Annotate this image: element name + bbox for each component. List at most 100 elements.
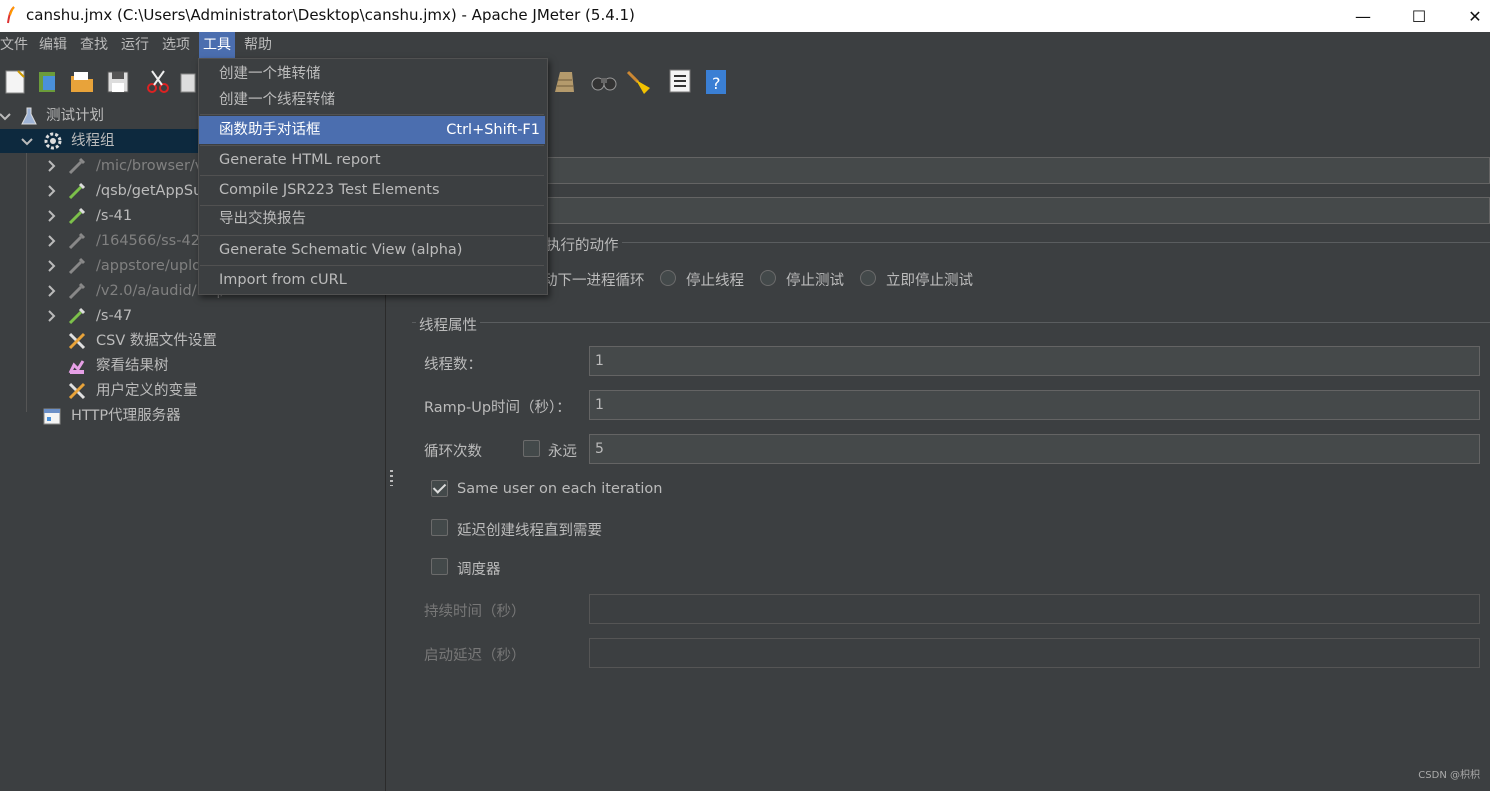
tree-label-thread-group: 线程组 (71, 133, 115, 149)
menu-tools[interactable]: 工具 (199, 32, 235, 58)
menu-item-thread-dump[interactable]: 创建一个线程转储 (199, 86, 545, 114)
chart-listener-icon (68, 360, 85, 374)
duration-label: 持续时间（秒） (424, 604, 526, 620)
tree-label-sampler: /appstore/uplo (96, 258, 202, 274)
tree-label-http-proxy: HTTP代理服务器 (71, 408, 181, 424)
tools-dropdown-menu: 创建一个堆转储 创建一个线程转储 函数助手对话框 Ctrl+Shift-F1 G… (198, 58, 548, 295)
tree-node-thread-group[interactable]: 线程组 (0, 129, 198, 153)
clear-all-icon[interactable] (550, 66, 578, 96)
radio-stop-thread[interactable] (660, 270, 676, 286)
help-icon[interactable]: ? (702, 66, 730, 96)
name-field[interactable] (398, 157, 1490, 184)
chevron-right-icon[interactable] (45, 179, 59, 203)
menu-item-schematic-view[interactable]: Generate Schematic View (alpha) (199, 236, 545, 264)
error-action-title: 执行的动作 (543, 234, 622, 255)
comment-field[interactable] (398, 197, 1490, 224)
chevron-down-icon[interactable] (20, 129, 34, 153)
same-user-label[interactable]: Same user on each iteration (457, 481, 663, 497)
watermark: CSDN @枳枳 (1418, 770, 1480, 781)
radio-label-stop-thread[interactable]: 停止线程 (686, 269, 744, 290)
tree-node-result-tree[interactable]: 察看结果树 (0, 354, 300, 378)
radio-stop-test[interactable] (760, 270, 776, 286)
open-icon[interactable] (68, 66, 96, 96)
scheduler-label[interactable]: 调度器 (457, 558, 501, 579)
tree-node-http-proxy[interactable]: HTTP代理服务器 (0, 404, 300, 428)
loop-count-input[interactable]: 5 (589, 434, 1480, 464)
forever-checkbox[interactable] (523, 440, 540, 457)
pipette-icon (68, 232, 86, 250)
loop-label: 循环次数 (424, 444, 482, 460)
function-helper-list-icon[interactable] (666, 66, 694, 96)
tree-node-sampler[interactable]: /s-47 (0, 304, 300, 328)
gear-icon (44, 132, 62, 150)
tree-label-sampler: /s-47 (96, 308, 133, 324)
chevron-right-icon[interactable] (45, 254, 59, 278)
tree-node-sampler[interactable]: /s-41 (0, 204, 198, 228)
tree-node-sampler[interactable]: /164566/ss-42 (0, 229, 200, 253)
divider (412, 322, 1490, 323)
radio-label-next-loop[interactable]: 动下一进程循环 (543, 269, 645, 290)
pipette-icon (68, 282, 86, 300)
delay-create-label[interactable]: 延迟创建线程直到需要 (457, 519, 602, 540)
title-bar: canshu.jmx (C:\Users\Administrator\Deskt… (0, 0, 1490, 32)
pipette-icon (68, 207, 86, 225)
delay-create-checkbox[interactable] (431, 519, 448, 536)
duration-input[interactable] (589, 594, 1480, 624)
menu-item-html-report[interactable]: Generate HTML report (199, 146, 545, 174)
scheduler-checkbox[interactable] (431, 558, 448, 575)
menu-options[interactable]: 选项 (158, 32, 194, 58)
same-user-checkbox[interactable] (431, 480, 448, 497)
startup-delay-input[interactable] (589, 638, 1480, 668)
tree-label-test-plan: 测试计划 (46, 108, 104, 124)
chevron-right-icon[interactable] (45, 204, 59, 228)
maximize-button[interactable]: ☐ (1396, 0, 1442, 32)
window-icon (43, 408, 61, 425)
tree-node-sampler[interactable]: /qsb/getAppSu (0, 179, 202, 203)
threads-input[interactable]: 1 (589, 346, 1480, 376)
menu-item-function-helper[interactable]: 函数助手对话框 Ctrl+Shift-F1 (199, 116, 545, 144)
chevron-right-icon[interactable] (45, 154, 59, 178)
tree-label-user-vars: 用户定义的变量 (96, 383, 198, 399)
menu-separator (200, 114, 544, 115)
chevron-right-icon[interactable] (45, 304, 59, 328)
pipette-icon (68, 307, 86, 325)
radio-stop-test-now[interactable] (860, 270, 876, 286)
tree-node-sampler[interactable]: /appstore/uplo (0, 254, 202, 278)
tree-node-csv-config[interactable]: CSV 数据文件设置 (0, 329, 300, 353)
save-icon[interactable] (104, 66, 132, 96)
minimize-button[interactable]: — (1340, 0, 1386, 32)
chevron-right-icon[interactable] (45, 279, 59, 303)
tree-label-sampler: /mic/browser/v (96, 158, 204, 174)
pipette-icon (68, 257, 86, 275)
menu-help[interactable]: 帮助 (240, 32, 276, 58)
chevron-down-icon[interactable] (0, 104, 12, 128)
new-icon[interactable] (2, 66, 30, 96)
drag-handle-icon[interactable] (390, 470, 393, 486)
wrench-screwdriver-icon (68, 382, 86, 400)
startup-delay-label: 启动延迟（秒） (424, 648, 526, 664)
thread-props-title: 线程属性 (416, 314, 480, 335)
menu-run[interactable]: 运行 (117, 32, 153, 58)
menu-item-compile-jsr223[interactable]: Compile JSR223 Test Elements (199, 176, 545, 204)
menu-bar: 文件 编辑 查找 运行 选项 工具 帮助 (0, 32, 1490, 58)
rampup-input[interactable]: 1 (589, 390, 1480, 420)
menu-edit[interactable]: 编辑 (35, 32, 71, 58)
tree-node-sampler[interactable]: /mic/browser/v (0, 154, 203, 178)
menu-item-export-report[interactable]: 导出交换报告 (199, 205, 545, 233)
chevron-right-icon[interactable] (45, 229, 59, 253)
cut-icon[interactable] (144, 66, 172, 96)
forever-label[interactable]: 永远 (548, 440, 577, 461)
menu-file[interactable]: 文件 (0, 32, 32, 58)
radio-label-stop-test-now[interactable]: 立即停止测试 (886, 269, 973, 290)
menu-item-import-curl[interactable]: Import from cURL (199, 266, 545, 294)
close-button[interactable]: ✕ (1452, 0, 1490, 32)
templates-icon[interactable] (34, 66, 62, 96)
radio-label-stop-test[interactable]: 停止测试 (786, 269, 844, 290)
flask-icon (21, 107, 37, 125)
search-binoculars-icon[interactable] (590, 66, 618, 96)
tree-label-sampler: /qsb/getAppSu (96, 183, 203, 199)
menu-item-heap-dump[interactable]: 创建一个堆转储 (199, 60, 545, 88)
menu-search[interactable]: 查找 (76, 32, 112, 58)
reset-search-broom-icon[interactable] (624, 66, 652, 96)
tree-node-user-vars[interactable]: 用户定义的变量 (0, 379, 300, 403)
